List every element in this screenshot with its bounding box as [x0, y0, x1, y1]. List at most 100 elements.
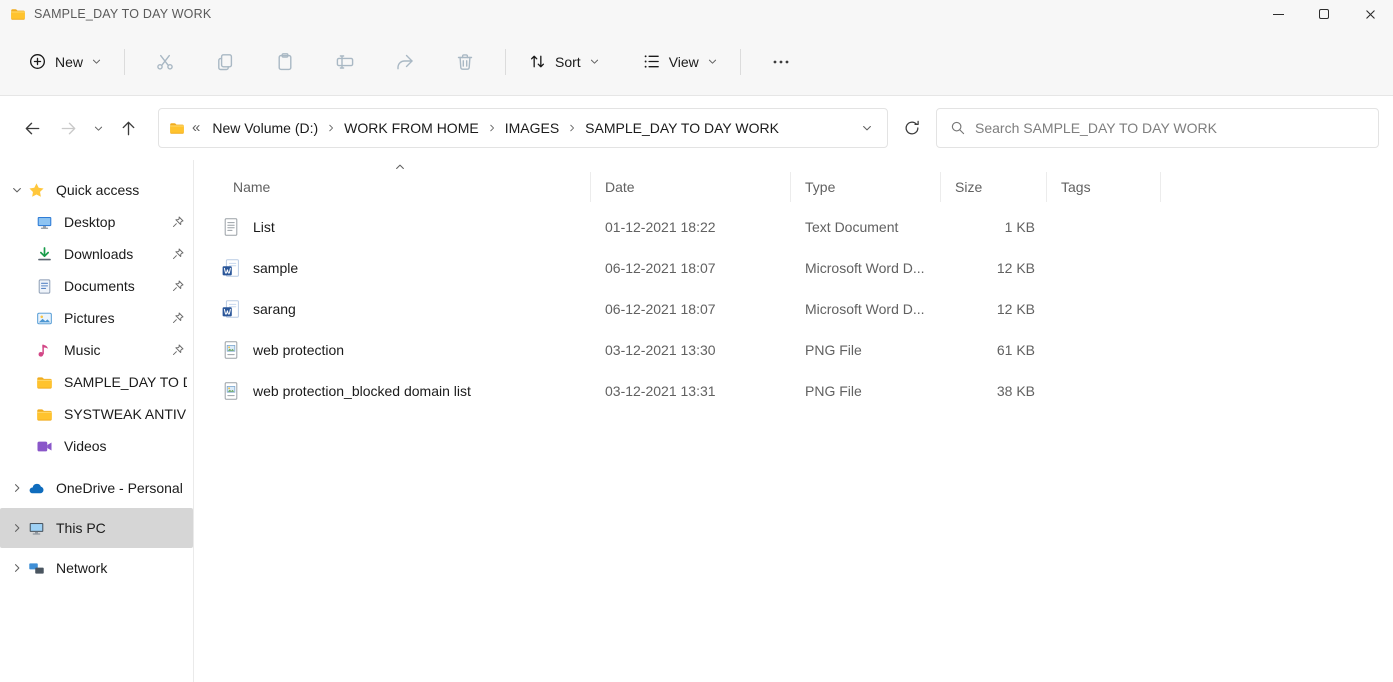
close-button[interactable] — [1347, 0, 1393, 28]
file-name: sample — [253, 260, 298, 276]
file-date: 01-12-2021 18:22 — [591, 219, 791, 235]
chevron-down-icon — [93, 123, 104, 134]
rename-button[interactable] — [325, 42, 365, 82]
up-button[interactable] — [110, 111, 146, 145]
documents-icon — [36, 278, 53, 295]
file-name: web protection_blocked domain list — [253, 383, 471, 399]
file-row-sample[interactable]: sample 06-12-2021 18:07 Microsoft Word D… — [194, 247, 1393, 288]
arrow-right-icon — [59, 119, 78, 138]
sidebar-item-music[interactable]: Music — [0, 334, 193, 366]
more-options-button[interactable] — [761, 42, 801, 82]
sidebar-item-onedrive[interactable]: OneDrive - Personal — [0, 468, 193, 508]
delete-button[interactable] — [445, 42, 485, 82]
sidebar-item-sample-day-to-day-work[interactable]: SAMPLE_DAY TO DA — [0, 366, 193, 398]
file-size: 12 KB — [941, 301, 1047, 317]
folder-icon — [10, 6, 26, 22]
sidebar-item-documents[interactable]: Documents — [0, 270, 193, 302]
back-button[interactable] — [14, 111, 50, 145]
column-label: Name — [233, 179, 270, 195]
sidebar-item-label: Documents — [64, 278, 169, 294]
search-box[interactable] — [936, 108, 1379, 148]
desktop-icon — [36, 214, 53, 231]
sidebar-item-pictures[interactable]: Pictures — [0, 302, 193, 334]
file-row-list[interactable]: List 01-12-2021 18:22 Text Document 1 KB — [194, 206, 1393, 247]
file-date: 03-12-2021 13:30 — [591, 342, 791, 358]
chevron-right-icon[interactable] — [566, 123, 578, 133]
paste-icon — [275, 52, 295, 72]
file-explorer-window: SAMPLE_DAY TO DAY WORK New — [0, 0, 1393, 682]
file-name-cell: web protection — [194, 340, 591, 360]
sort-button[interactable]: Sort — [516, 44, 612, 79]
breadcrumb-segment[interactable]: New Volume (D:) — [205, 116, 325, 140]
videos-icon — [36, 438, 53, 455]
sidebar-item-quick-access[interactable]: Quick access — [0, 174, 193, 206]
search-icon — [950, 120, 966, 136]
file-row-sarang[interactable]: sarang 06-12-2021 18:07 Microsoft Word D… — [194, 288, 1393, 329]
file-size: 12 KB — [941, 260, 1047, 276]
breadcrumb-overflow[interactable]: « — [185, 119, 205, 138]
sidebar-item-network[interactable]: Network — [0, 548, 193, 588]
file-row-web-protection-blocked-domain-list[interactable]: web protection_blocked domain list 03-12… — [194, 370, 1393, 411]
content-area: Quick access Desktop Downloads Documents… — [0, 160, 1393, 682]
minimize-button[interactable] — [1255, 0, 1301, 28]
toolbar-divider — [740, 49, 741, 75]
forward-button[interactable] — [50, 111, 86, 145]
view-button[interactable]: View — [630, 44, 730, 79]
column-label: Tags — [1061, 179, 1091, 195]
column-header-date[interactable]: Date — [591, 172, 791, 202]
column-header-size[interactable]: Size — [941, 172, 1047, 202]
chevron-right-icon[interactable] — [6, 482, 28, 494]
sort-button-label: Sort — [555, 54, 581, 70]
address-bar[interactable]: « New Volume (D:) WORK FROM HOME IMAGES … — [158, 108, 888, 148]
file-name-cell: sample — [194, 258, 591, 278]
sidebar-item-this-pc[interactable]: This PC — [0, 508, 193, 548]
folder-icon — [169, 120, 185, 136]
onedrive-cloud-icon — [28, 480, 45, 497]
file-name: sarang — [253, 301, 296, 317]
column-label: Type — [805, 179, 835, 195]
refresh-button[interactable] — [894, 110, 930, 146]
cut-icon — [155, 52, 175, 72]
plus-circle-icon — [28, 52, 47, 71]
column-header-tags[interactable]: Tags — [1047, 172, 1161, 202]
share-button[interactable] — [385, 42, 425, 82]
column-label: Date — [605, 179, 635, 195]
paste-button[interactable] — [265, 42, 305, 82]
sidebar-item-downloads[interactable]: Downloads — [0, 238, 193, 270]
sidebar-item-desktop[interactable]: Desktop — [0, 206, 193, 238]
window-title: SAMPLE_DAY TO DAY WORK — [34, 7, 211, 21]
sidebar-item-systweak-antivirus[interactable]: SYSTWEAK ANTIVIR — [0, 398, 193, 430]
file-name-cell: sarang — [194, 299, 591, 319]
chevron-down-icon — [91, 56, 102, 67]
pin-icon — [169, 247, 187, 261]
word-file-icon — [221, 299, 241, 319]
chevron-down-icon — [861, 122, 873, 134]
sidebar-item-videos[interactable]: Videos — [0, 430, 193, 462]
file-row-web-protection[interactable]: web protection 03-12-2021 13:30 PNG File… — [194, 329, 1393, 370]
chevron-right-icon[interactable] — [486, 123, 498, 133]
maximize-button[interactable] — [1301, 0, 1347, 28]
chevron-right-icon[interactable] — [6, 562, 28, 574]
chevron-right-icon[interactable] — [6, 522, 28, 534]
copy-button[interactable] — [205, 42, 245, 82]
breadcrumb-segment[interactable]: WORK FROM HOME — [337, 116, 486, 140]
sidebar-item-label: Quick access — [56, 182, 187, 198]
network-icon — [28, 560, 45, 577]
breadcrumb-segment[interactable]: IMAGES — [498, 116, 566, 140]
address-dropdown-button[interactable] — [861, 122, 877, 134]
chevron-right-icon[interactable] — [325, 123, 337, 133]
close-icon — [1364, 8, 1377, 21]
breadcrumb-segment[interactable]: SAMPLE_DAY TO DAY WORK — [578, 116, 786, 140]
pictures-icon — [36, 310, 53, 327]
recent-locations-button[interactable] — [86, 111, 110, 145]
column-header-type[interactable]: Type — [791, 172, 941, 202]
sidebar-item-label: SYSTWEAK ANTIVIR — [64, 406, 187, 422]
column-header-name[interactable]: Name — [194, 172, 591, 202]
new-button[interactable]: New — [16, 44, 114, 79]
file-name-cell: web protection_blocked domain list — [194, 381, 591, 401]
search-input[interactable] — [975, 120, 1365, 136]
sort-ascending-icon — [394, 161, 406, 173]
chevron-down-icon[interactable] — [6, 184, 28, 196]
view-button-label: View — [669, 54, 699, 70]
cut-button[interactable] — [145, 42, 185, 82]
